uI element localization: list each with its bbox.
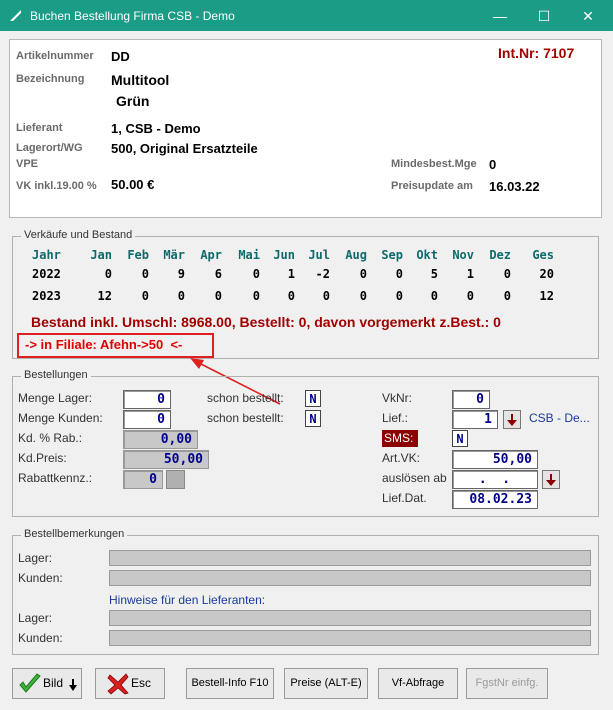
esc-button-label: Esc (131, 676, 152, 690)
sms-flag[interactable]: N (452, 430, 468, 447)
lief-name: CSB - De... (529, 411, 590, 425)
kd-preis-label: Kd.Preis: (18, 451, 67, 465)
kd-preis-input[interactable]: 50,00 (123, 450, 209, 469)
remarks-group-title: Bestellbemerkungen (21, 528, 128, 540)
arrow-down-icon (507, 414, 517, 426)
schon-bestellt-label-1: schon bestellt: (207, 391, 284, 405)
bild-button-label: Bild (43, 676, 64, 690)
schon-bestellt-lager-flag[interactable]: N (305, 390, 321, 407)
rabattkennz-label: Rabattkennz.: (18, 471, 93, 485)
hinweise-label: Hinweise für den Lieferanten: (109, 593, 266, 607)
art-vk-input[interactable]: 50,00 (452, 450, 538, 469)
menge-lager-label: Menge Lager: (18, 391, 93, 405)
ausloesen-label: auslösen ab (382, 471, 447, 485)
hinweis-lager-label: Lager: (18, 611, 53, 625)
red-x-icon (107, 673, 129, 695)
remark-lager-label: Lager: (18, 551, 53, 565)
rabattkennz-picker-button[interactable] (166, 470, 185, 489)
lief-select-button[interactable] (503, 410, 521, 429)
vknr-input[interactable]: 0 (452, 390, 490, 409)
orders-group-title: Bestellungen (21, 369, 91, 381)
preise-button[interactable]: Preise (ALT-E) (284, 668, 368, 699)
remark-lager-input[interactable] (109, 550, 591, 566)
kd-rab-label: Kd. % Rab.: (18, 431, 83, 445)
vf-abfrage-button[interactable]: Vf-Abfrage (378, 668, 458, 699)
menge-lager-input[interactable]: 0 (123, 390, 171, 409)
remark-kunden-label: Kunden: (18, 571, 63, 585)
menge-kunden-input[interactable]: 0 (123, 410, 171, 429)
arrow-down-icon (546, 474, 556, 486)
menge-kunden-label: Menge Kunden: (18, 411, 103, 425)
rabattkennz-input[interactable]: 0 (123, 470, 163, 489)
sms-label: SMS: (382, 430, 418, 447)
lief-label: Lief.: (382, 411, 409, 425)
arrow-down-small-icon (69, 679, 77, 691)
bestell-info-button[interactable]: Bestell-Info F10 (186, 668, 274, 699)
checkmark-icon (19, 673, 41, 693)
ausloesen-input[interactable]: . . (452, 470, 538, 489)
hinweis-kunden-label: Kunden: (18, 631, 63, 645)
lief-dat-label: Lief.Dat. (382, 491, 427, 505)
lief-input[interactable]: 1 (452, 410, 498, 429)
fgstnr-button[interactable]: FgstNr einfg. (466, 668, 548, 699)
schon-bestellt-kunden-flag[interactable]: N (305, 410, 321, 427)
art-vk-label: Art.VK: (382, 451, 421, 465)
ausloesen-select-button[interactable] (542, 470, 560, 489)
remark-kunden-input[interactable] (109, 570, 591, 586)
hinweis-lager-input[interactable] (109, 610, 591, 626)
kd-rab-input[interactable]: 0,00 (123, 430, 198, 449)
lief-dat-input[interactable]: 08.02.23 (452, 490, 538, 509)
esc-button[interactable]: Esc (95, 668, 165, 699)
hinweis-kunden-input[interactable] (109, 630, 591, 646)
vknr-label: VkNr: (382, 391, 412, 405)
bild-button[interactable]: Bild (12, 668, 82, 699)
schon-bestellt-label-2: schon bestellt: (207, 411, 284, 425)
